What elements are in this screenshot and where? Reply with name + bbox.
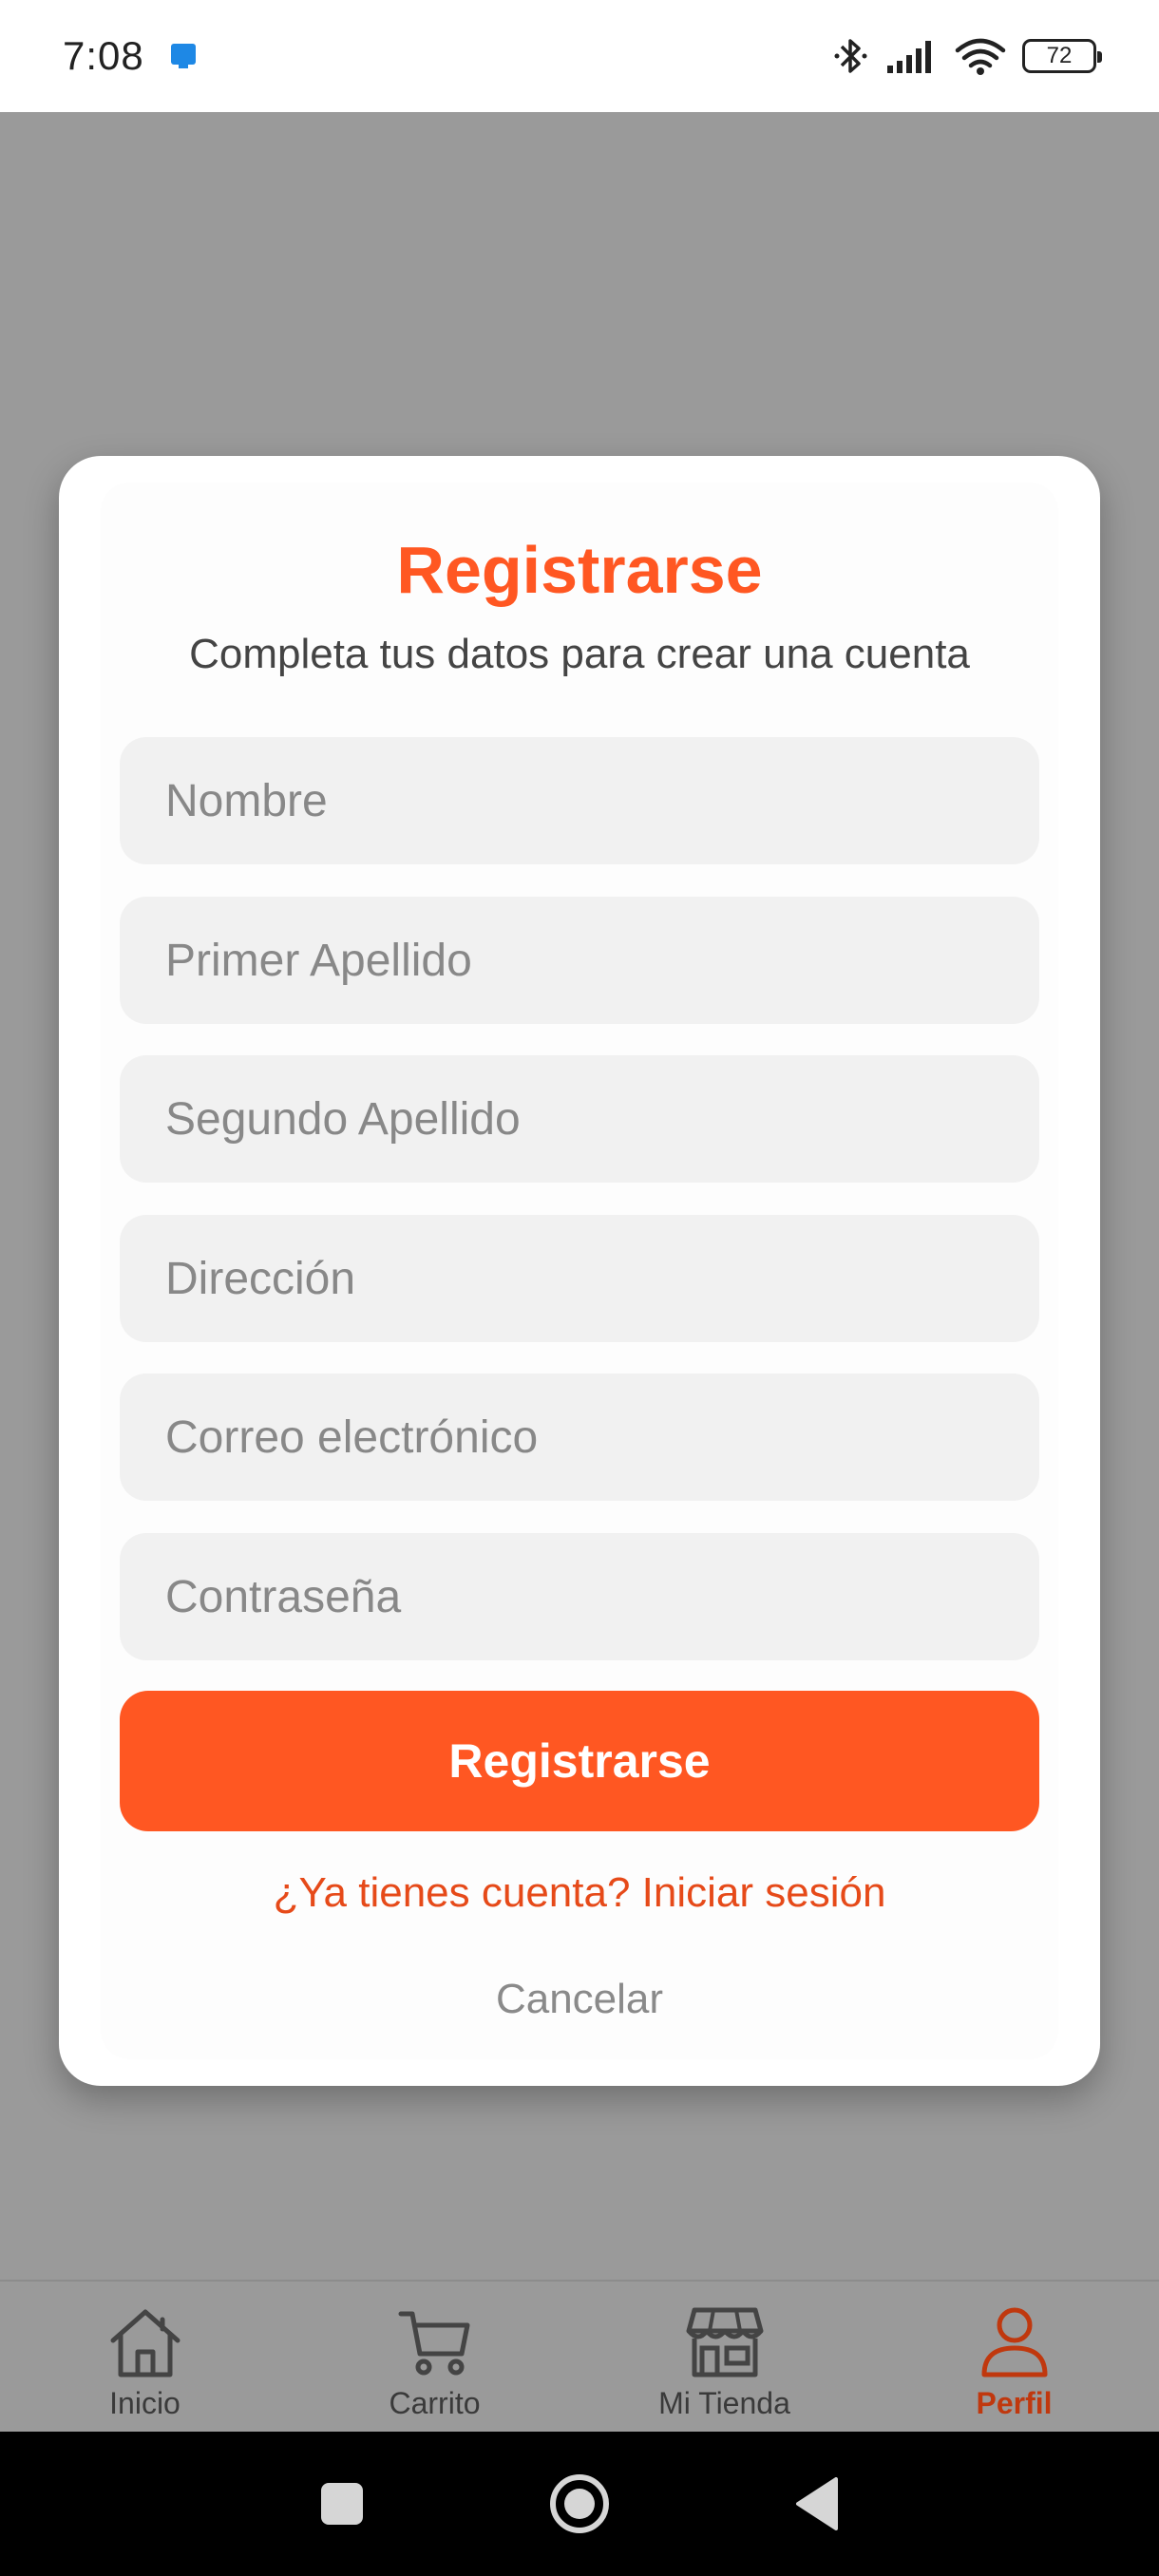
nav-item-mi-tienda[interactable]: Mi Tienda: [580, 2282, 869, 2432]
status-time: 7:08: [63, 33, 144, 78]
password-field[interactable]: [120, 1533, 1039, 1660]
email-field[interactable]: [120, 1373, 1039, 1501]
dialog-subtitle: Completa tus datos para crear una cuenta: [189, 631, 970, 677]
bluetooth-icon: [832, 35, 870, 77]
status-bar: 7:08 72: [0, 0, 1159, 112]
nav-label-inicio: Inicio: [109, 2386, 180, 2420]
nav-label-mi-tienda: Mi Tienda: [658, 2386, 790, 2420]
first-surname-field[interactable]: [120, 897, 1039, 1024]
register-button[interactable]: Registrarse: [120, 1691, 1039, 1831]
nav-label-carrito: Carrito: [389, 2386, 481, 2420]
second-surname-field[interactable]: [120, 1055, 1039, 1183]
dialog-title: Registrarse: [396, 533, 763, 607]
name-field[interactable]: [120, 737, 1039, 864]
notification-app-icon: [170, 44, 196, 68]
nav-label-perfil: Perfil: [976, 2386, 1053, 2420]
address-field[interactable]: [120, 1215, 1039, 1342]
back-button[interactable]: [784, 2471, 850, 2537]
bottom-nav: Inicio Carrito Mi Tienda Perfil: [0, 2280, 1159, 2432]
screen: 7:08 72 Registrarse Completa tus datos p…: [0, 0, 1159, 2576]
register-dialog: Registrarse Completa tus datos para crea…: [59, 456, 1100, 2086]
nav-item-carrito[interactable]: Carrito: [290, 2282, 580, 2432]
system-nav-bar: [0, 2432, 1159, 2576]
store-icon: [685, 2304, 765, 2380]
nav-item-inicio[interactable]: Inicio: [0, 2282, 290, 2432]
cancel-button[interactable]: Cancelar: [59, 1976, 1100, 2023]
wifi-icon: [954, 35, 1007, 77]
login-link[interactable]: ¿Ya tienes cuenta? Iniciar sesión: [59, 1869, 1100, 1917]
status-indicators: 72: [832, 35, 1102, 77]
signal-icon: [885, 37, 939, 75]
person-icon: [975, 2304, 1054, 2380]
battery-indicator: 72: [1022, 39, 1102, 73]
recents-button[interactable]: [309, 2471, 375, 2537]
home-icon: [105, 2304, 185, 2380]
nav-item-perfil[interactable]: Perfil: [869, 2282, 1159, 2432]
home-button[interactable]: [546, 2471, 613, 2537]
cart-icon: [395, 2304, 475, 2380]
